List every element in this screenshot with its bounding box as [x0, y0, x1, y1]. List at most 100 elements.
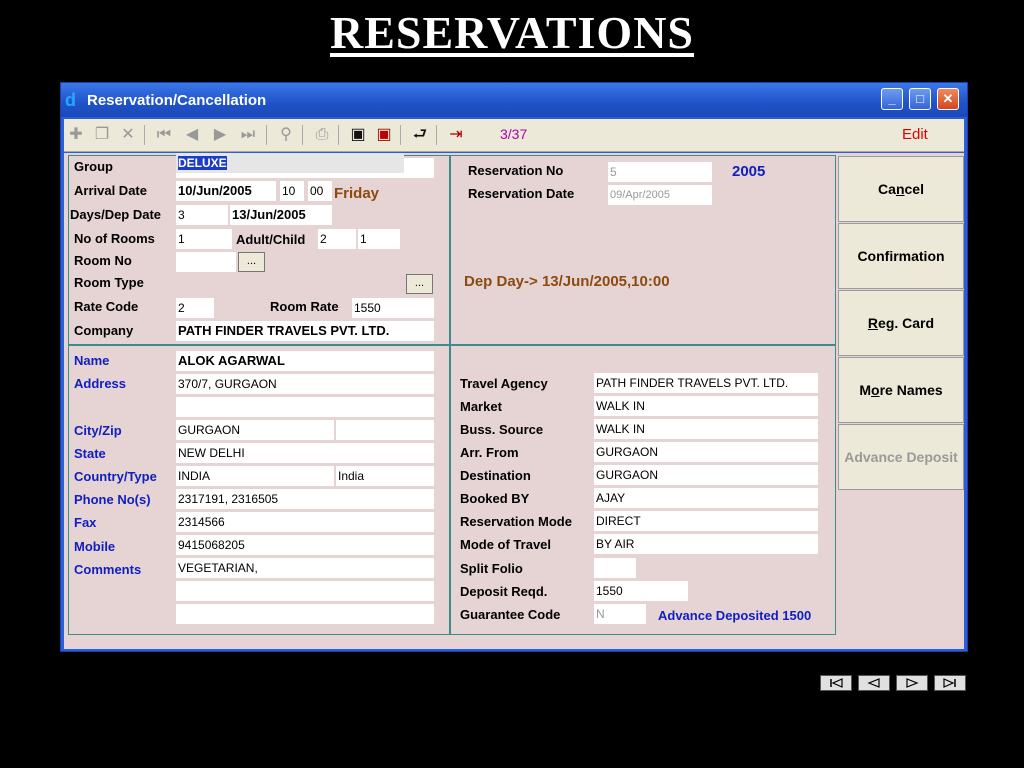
room-rate-field[interactable]: 1550	[352, 298, 434, 318]
name-field[interactable]: ALOK AGARWAL	[176, 351, 434, 371]
save-icon[interactable]: ▣	[348, 125, 368, 145]
address-label: Address	[74, 376, 127, 391]
next-slide-button[interactable]	[896, 675, 928, 691]
toolbar-separator	[400, 125, 401, 145]
fax-field[interactable]: 2314566	[176, 512, 434, 532]
more-names-accelerator: o	[871, 382, 880, 398]
rooms-label: No of Rooms	[74, 231, 155, 246]
adults-field[interactable]: 2	[318, 229, 356, 249]
maximize-button[interactable]: □	[909, 88, 931, 110]
company-field[interactable]: PATH FINDER TRAVELS PVT. LTD.	[176, 321, 434, 341]
room-no-field[interactable]	[176, 252, 236, 272]
exit-icon[interactable]: ⇥	[446, 125, 466, 145]
comments-line2-field[interactable]	[176, 581, 434, 601]
mode-of-travel-field[interactable]: BY AIR	[594, 534, 818, 554]
market-label: Market	[460, 399, 502, 414]
add-icon[interactable]: ✚	[66, 125, 86, 145]
advance-deposited-label: Advance Deposited 1500	[658, 608, 812, 623]
reg-card-button[interactable]: Reg. Card	[838, 290, 964, 356]
copy-icon[interactable]: ❐	[92, 125, 112, 145]
next-icon[interactable]: ▶	[210, 125, 230, 145]
split-folio-field[interactable]	[594, 558, 636, 578]
guest-type-field[interactable]: India	[336, 466, 434, 486]
days-field[interactable]: 3	[176, 205, 228, 225]
phone-field[interactable]: 2317191, 2316505	[176, 489, 434, 509]
room-no-lookup-button[interactable]: ...	[238, 252, 265, 272]
cancel-accelerator: n	[895, 181, 905, 197]
guarantee-code-field[interactable]: N	[594, 604, 646, 624]
deposit-required-field[interactable]: 1550	[594, 581, 688, 601]
title-bar[interactable]: d Reservation/Cancellation _ □ ✕	[61, 83, 967, 117]
destination-field[interactable]: GURGAON	[594, 465, 818, 485]
arrival-minute-field[interactable]: 00	[308, 181, 332, 201]
rooms-field[interactable]: 1	[176, 229, 232, 249]
toolbar-separator	[266, 125, 267, 145]
close-button[interactable]: ✕	[937, 88, 959, 110]
reservation-no-field[interactable]: 5	[608, 162, 712, 182]
market-field[interactable]: WALK IN	[594, 396, 818, 416]
destination-label: Destination	[460, 468, 531, 483]
dep-day-label: Dep Day-> 13/Jun/2005,10:00	[464, 273, 670, 290]
more-names-button[interactable]: More Names	[838, 357, 964, 423]
first-icon[interactable]: ⏮	[154, 125, 174, 145]
first-slide-button[interactable]	[820, 675, 852, 691]
reservation-date-field[interactable]: 09/Apr/2005	[608, 185, 712, 205]
last-icon[interactable]: ⏭	[238, 125, 258, 145]
arrival-hour-field[interactable]: 10	[280, 181, 304, 201]
room-type-field[interactable]: DELUXE	[176, 153, 404, 173]
mobile-field[interactable]: 9415068205	[176, 535, 434, 555]
reg-card-accelerator: R	[867, 315, 879, 331]
children-field[interactable]: 1	[358, 229, 400, 249]
rate-code-label: Rate Code	[74, 299, 139, 314]
reservation-mode-field[interactable]: DIRECT	[594, 511, 818, 531]
fax-label: Fax	[74, 515, 97, 530]
state-field[interactable]: NEW DELHI	[176, 443, 434, 463]
advance-deposit-button[interactable]: Advance Deposit	[838, 424, 964, 490]
country-field[interactable]: INDIA	[176, 466, 334, 486]
mobile-label: Mobile	[74, 539, 116, 554]
rate-code-field[interactable]: 2	[176, 298, 214, 318]
more-names-label-part: M	[859, 382, 872, 398]
reservation-mode-label: Reservation Mode	[460, 514, 572, 529]
booked-by-field[interactable]: AJAY	[594, 488, 818, 508]
toolbar: ✚ ❐ ✕ ⏮ ◀ ▶ ⏭ ⚲ ⎙ ▣ ▣ ⮐ ⇥ 3/37 Edit	[64, 119, 964, 152]
minimize-button[interactable]: _	[881, 88, 903, 110]
last-slide-button[interactable]	[934, 675, 966, 691]
phone-label: Phone No(s)	[74, 492, 151, 507]
arrival-from-field[interactable]: GURGAON	[594, 442, 818, 462]
city-zip-label: City/Zip	[74, 423, 122, 438]
dep-date-field[interactable]: 13/Jun/2005	[230, 205, 332, 225]
undo-icon[interactable]: ⮐	[410, 125, 430, 145]
arrival-date-label: Arrival Date	[74, 183, 147, 198]
reservation-panel	[450, 155, 836, 345]
cancel-save-icon[interactable]: ▣	[374, 125, 394, 145]
find-icon[interactable]: ⚲	[276, 125, 296, 145]
business-source-field[interactable]: WALK IN	[594, 419, 818, 439]
comments-line1-field[interactable]: VEGETARIAN,	[176, 558, 434, 578]
window-title: Reservation/Cancellation	[87, 92, 267, 109]
cancel-button[interactable]: Cancel	[838, 156, 964, 222]
travel-agency-field[interactable]: PATH FINDER TRAVELS PVT. LTD.	[594, 373, 818, 393]
toolbar-separator	[436, 125, 437, 145]
prev-icon[interactable]: ◀	[182, 125, 202, 145]
travel-agency-label: Travel Agency	[460, 376, 548, 391]
print-icon[interactable]: ⎙	[312, 125, 332, 145]
prev-slide-button[interactable]	[858, 675, 890, 691]
mode-of-travel-label: Mode of Travel	[460, 537, 552, 552]
delete-icon[interactable]: ✕	[118, 125, 138, 145]
reservation-date-label: Reservation Date	[468, 186, 575, 201]
company-label: Company	[74, 323, 134, 338]
address-line1-field[interactable]: 370/7, GURGAON	[176, 374, 434, 394]
room-type-lookup-button[interactable]: ...	[406, 274, 433, 294]
comments-line3-field[interactable]	[176, 604, 434, 624]
form-area: Group M R ALOK AGARWAL Arrival Date 10/Ju…	[64, 153, 964, 649]
address-line2-field[interactable]	[176, 397, 434, 417]
record-count: 3/37	[500, 126, 528, 142]
guarantee-code-label: Guarantee Code	[460, 607, 561, 622]
arrival-date-field[interactable]: 10/Jun/2005	[176, 181, 276, 201]
city-field[interactable]: GURGAON	[176, 420, 334, 440]
confirmation-button[interactable]: Confirmation	[838, 223, 964, 289]
more-names-label-part: re Names	[879, 382, 943, 398]
zip-field[interactable]	[336, 420, 434, 440]
arrival-day-label: Friday	[334, 185, 380, 202]
